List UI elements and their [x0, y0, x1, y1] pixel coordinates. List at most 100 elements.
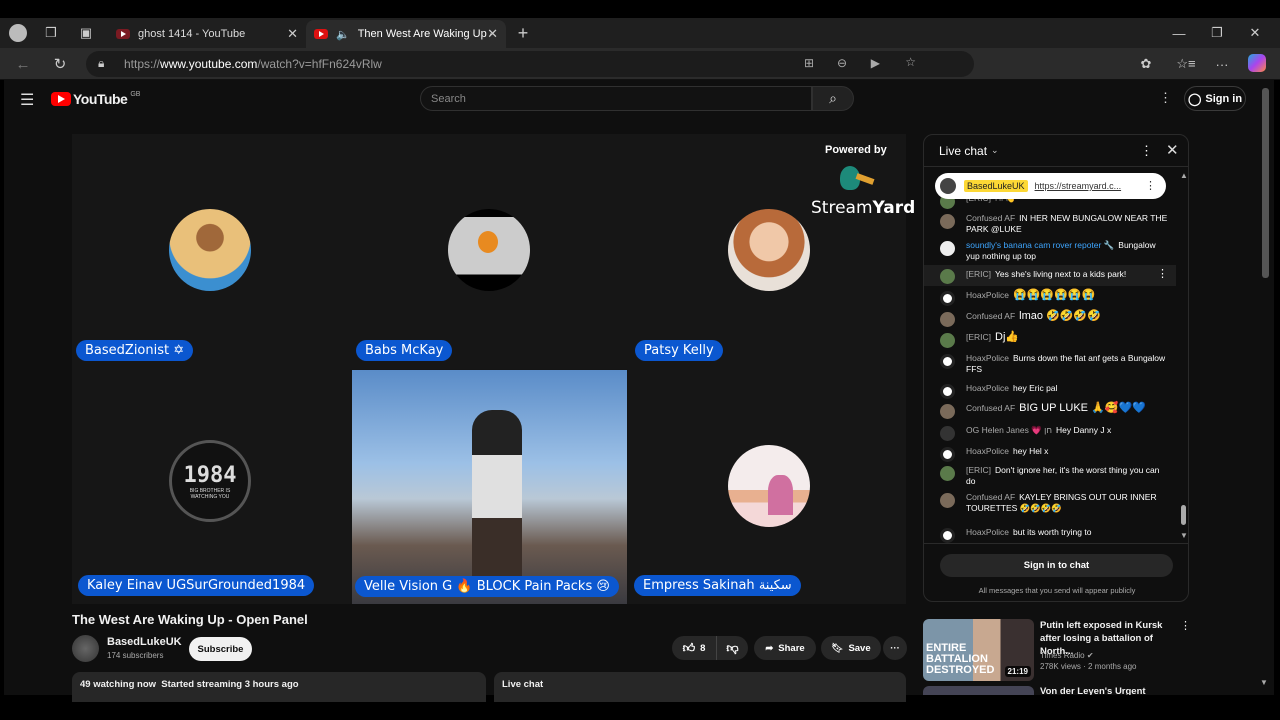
pinned-menu-icon[interactable]: ⋮	[1145, 179, 1156, 192]
zoom-out-icon[interactable]: ⊖	[837, 56, 847, 70]
browser-toolbar: ← ↻ 🔒︎ https://www.youtube.com/watch?v=h…	[0, 48, 1280, 80]
like-button[interactable]: 👍︎ 8	[672, 636, 716, 660]
page-scrollbar[interactable]	[1262, 88, 1269, 278]
page-scroll-down-icon[interactable]: ▼	[1260, 678, 1268, 687]
chat-message: Confused AF BIG UP LUKE 🙏🥰💙💙	[924, 403, 1176, 419]
recommended-menu-icon[interactable]: ⋮	[1180, 619, 1191, 632]
participant-name: Kaley Einav UGSurGrounded1984	[78, 575, 315, 596]
watching-count: 49 watching now	[80, 679, 157, 690]
recommended-thumbnail[interactable]: ENTIRE BATTALION DESTROYED 21:19	[923, 619, 1034, 681]
copilot-icon[interactable]	[1248, 54, 1266, 72]
chat-scroll-up-icon[interactable]: ▲	[1180, 171, 1188, 180]
chat-avatar	[940, 528, 955, 543]
favorite-star-icon[interactable]: ☆	[905, 55, 916, 69]
refresh-button[interactable]: ↻	[50, 54, 70, 74]
chevron-down-icon[interactable]: ⌄	[991, 145, 999, 156]
more-actions-button[interactable]: ···	[883, 636, 907, 660]
pinned-link[interactable]: https://streamyard.c...	[1035, 181, 1122, 191]
participant-cell: 1984 BIG BROTHER IS WATCHING YOU Kaley E…	[72, 369, 350, 604]
participant-avatar	[448, 209, 530, 291]
chat-options-icon[interactable]: ⋮	[1140, 143, 1153, 159]
message-menu-icon[interactable]: ⋮	[1157, 269, 1168, 280]
live-chat-panel: Live chat ⌄ ⋮ ✕ [ERIC]Hi 👋 BasedLukeUK h…	[923, 134, 1189, 602]
extensions-icon[interactable]: ✿	[1136, 54, 1156, 74]
search-button[interactable]: ⌕	[812, 86, 854, 111]
sign-in-button[interactable]: ◯ Sign in	[1184, 86, 1246, 111]
channel-name[interactable]: BasedLukeUK	[107, 636, 182, 648]
chat-scroll-down-icon[interactable]: ▼	[1180, 531, 1188, 540]
chat-message: HoaxPolice 😭😭😭😭😭😭	[924, 290, 1176, 306]
chat-scrollbar[interactable]	[1181, 505, 1186, 525]
public-note: All messages that you send will appear p…	[978, 586, 1136, 595]
chat-message: Confused AF KAYLEY BRINGS OUT OUR INNER T…	[924, 492, 1176, 514]
new-tab-button[interactable]: +	[512, 22, 534, 44]
dislike-button[interactable]: 👎︎	[716, 636, 748, 660]
close-tab-icon[interactable]: ✕	[287, 26, 298, 42]
tab-title: ghost 1414 - YouTube	[138, 28, 246, 40]
live-chat-replay-box[interactable]: Live chat	[494, 672, 906, 702]
recommended-channel[interactable]: Times Radio ✔	[1040, 651, 1094, 660]
chat-avatar	[940, 354, 955, 369]
channel-avatar[interactable]	[72, 635, 99, 662]
browser-titlebar: ❒ ▣ ghost 1414 - YouTube ✕ 🔈 Then West A…	[0, 18, 1280, 48]
chat-message: HoaxPolice hey Eric pal	[924, 383, 1176, 399]
share-button[interactable]: ➦ Share	[754, 636, 816, 660]
youtube-wordmark: YouTube	[73, 91, 128, 107]
tab-ghost-1414[interactable]: ghost 1414 - YouTube ✕	[108, 20, 306, 48]
participant-name: Velle Vision G 🔥 BLOCK Pain Packs 😢	[355, 576, 619, 597]
subscribe-button[interactable]: Subscribe	[189, 637, 252, 661]
vertical-tabs-icon[interactable]: ▣	[77, 24, 95, 42]
apps-icon[interactable]: ⊞	[804, 56, 814, 70]
chat-avatar	[940, 333, 955, 348]
save-button[interactable]: 🔖︎ Save	[821, 636, 881, 660]
url-scheme: https://	[124, 57, 161, 71]
account-icon: ◯	[1187, 91, 1202, 106]
powered-by-label: Powered by	[825, 144, 887, 156]
video-popout-icon[interactable]: ▶︎	[871, 56, 880, 70]
back-button[interactable]: ←	[13, 54, 33, 74]
more-menu-icon[interactable]: ···	[1212, 54, 1232, 74]
recommended-meta: 278K views · 2 months ago	[1040, 662, 1137, 671]
like-count: 8	[700, 642, 706, 654]
close-window-button[interactable]: ✕	[1246, 24, 1264, 42]
chat-avatar	[940, 384, 955, 399]
recommended-title[interactable]: Von der Leyen's Urgent Warning:	[1040, 686, 1175, 695]
chat-mode-dropdown[interactable]: Live chat	[939, 144, 987, 158]
pinned-message[interactable]: BasedLukeUK https://streamyard.c... ⋮	[935, 173, 1166, 199]
recommended-thumbnail[interactable]	[923, 686, 1034, 695]
chat-avatar	[940, 493, 955, 508]
thumbs-up-icon: 👍︎	[682, 640, 696, 655]
participant-cell: Powered by StreamYard Patsy Kelly	[628, 134, 915, 369]
workspaces-icon[interactable]: ❒	[42, 24, 60, 42]
participant-video: Velle Vision G 🔥 BLOCK Pain Packs 😢	[352, 370, 627, 604]
video-player[interactable]: BasedZionist ✡ Babs McKay Powered by Str…	[72, 134, 915, 604]
save-label: Save	[848, 642, 871, 654]
tab-west-waking-up[interactable]: 🔈 Then West Are Waking Up - ✕	[306, 20, 506, 48]
settings-kebab-icon[interactable]: ⋮	[1159, 90, 1172, 106]
speaker-icon[interactable]: 🔈	[336, 28, 350, 41]
restore-button[interactable]: ❐	[1208, 24, 1226, 42]
participant-avatar	[728, 445, 810, 527]
favorites-icon[interactable]: ☆≡	[1176, 54, 1196, 74]
description-box[interactable]: 49 watching now Started streaming 3 hour…	[72, 672, 486, 702]
close-chat-icon[interactable]: ✕	[1166, 141, 1179, 159]
chat-message: Confused AF IN HER NEW BUNGALOW NEAR THE …	[924, 213, 1176, 235]
address-bar[interactable]: 🔒︎ https://www.youtube.com/watch?v=hfFn6…	[86, 51, 974, 77]
participant-cell: BasedZionist ✡	[72, 134, 350, 369]
subscriber-count: 174 subscribers	[107, 651, 164, 660]
youtube-header: ☰ YouTube GB Search ⌕ ⋮ ◯ Sign in	[4, 80, 1274, 278]
pinned-avatar	[940, 178, 956, 194]
close-tab-icon[interactable]: ✕	[487, 26, 498, 42]
sign-in-to-chat-button[interactable]: Sign in to chat	[940, 554, 1173, 577]
region-code: GB	[130, 90, 141, 98]
search-input[interactable]: Search	[420, 86, 812, 111]
menu-hamburger-icon[interactable]: ☰	[20, 90, 34, 110]
chat-footer: Sign in to chat All messages that you se…	[924, 543, 1188, 601]
chat-message: [ERIC] Dj👍	[924, 332, 1176, 348]
minimize-button[interactable]: —	[1170, 24, 1188, 42]
youtube-play-icon	[51, 92, 71, 106]
share-label: Share	[778, 642, 805, 654]
youtube-logo[interactable]: YouTube GB	[51, 91, 140, 107]
stream-started: Started streaming 3 hours ago	[161, 679, 299, 690]
profile-avatar-icon[interactable]	[9, 24, 27, 42]
